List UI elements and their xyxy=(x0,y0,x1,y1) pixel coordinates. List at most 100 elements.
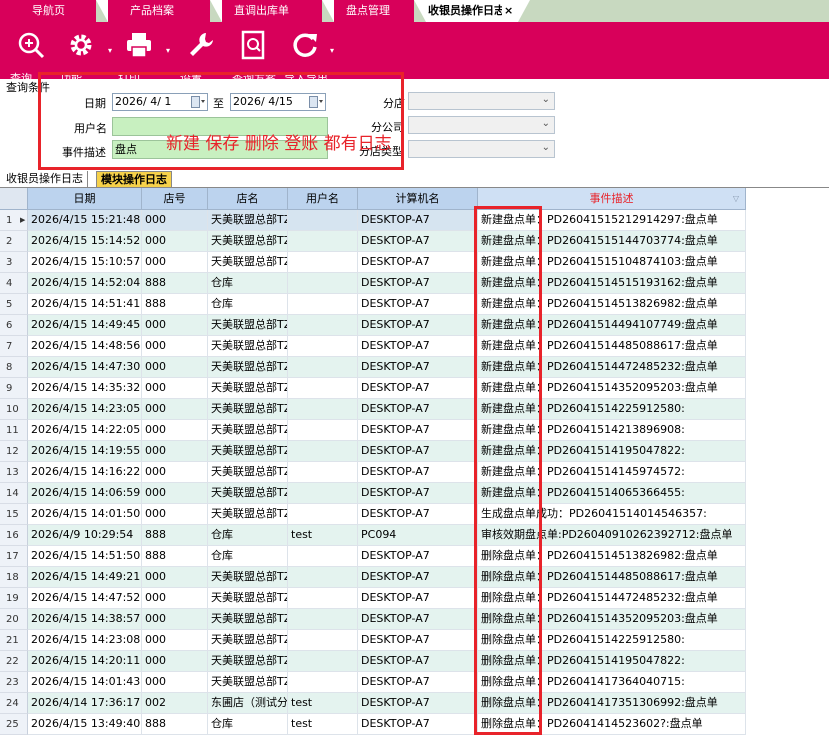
cell-date[interactable]: 2026/4/15 14:06:59 xyxy=(28,483,142,504)
tab-module-operation-log[interactable]: 模块操作日志 xyxy=(96,171,172,187)
cell-store-no[interactable]: 000 xyxy=(142,567,208,588)
cell-date[interactable]: 2026/4/15 13:49:40 xyxy=(28,714,142,735)
cell-username[interactable]: test xyxy=(288,693,358,714)
chevron-down-icon[interactable]: ▾ xyxy=(330,46,334,55)
cell-store-no[interactable]: 888 xyxy=(142,525,208,546)
cell-store-no[interactable]: 000 xyxy=(142,504,208,525)
cell-date[interactable]: 2026/4/15 14:51:50 xyxy=(28,546,142,567)
cell-store-no[interactable]: 000 xyxy=(142,378,208,399)
subsidiary-select[interactable]: ⌄ xyxy=(408,116,555,134)
cell-username[interactable] xyxy=(288,294,358,315)
tab-cashier-log[interactable]: 收银员操作日志× xyxy=(426,0,518,22)
print-button[interactable]: 打印 xyxy=(118,28,158,79)
cell-username[interactable] xyxy=(288,483,358,504)
tab-transfer-out[interactable]: 直调出库单 xyxy=(222,0,322,22)
filter-icon[interactable]: ▽ xyxy=(733,188,739,210)
cell-store-name[interactable]: 仓库 xyxy=(208,273,288,294)
cell-date[interactable]: 2026/4/15 14:47:30 xyxy=(28,357,142,378)
chevron-down-icon[interactable]: ▾ xyxy=(108,46,112,55)
cell-store-no[interactable]: 888 xyxy=(142,273,208,294)
cell-username[interactable] xyxy=(288,672,358,693)
branch-type-select[interactable]: ⌄ xyxy=(408,140,555,158)
cell-date[interactable]: 2026/4/9 10:29:54 xyxy=(28,525,142,546)
cell-store-no[interactable]: 002 xyxy=(142,693,208,714)
cell-store-name[interactable]: 东圃店（测试分 xyxy=(208,693,288,714)
cell-store-no[interactable]: 888 xyxy=(142,546,208,567)
cell-store-no[interactable]: 000 xyxy=(142,441,208,462)
cell-date[interactable]: 2026/4/14 17:36:17 xyxy=(28,693,142,714)
cell-date[interactable]: 2026/4/15 14:48:56 xyxy=(28,336,142,357)
cell-username[interactable]: test xyxy=(288,525,358,546)
query-scheme-button[interactable]: 查询方案 xyxy=(232,28,276,79)
cell-store-name[interactable]: 天美联盟总部TZ xyxy=(208,336,288,357)
cell-computer-name[interactable]: DESKTOP-A7 xyxy=(358,462,478,483)
cell-date[interactable]: 2026/4/15 14:23:08 xyxy=(28,630,142,651)
cell-date[interactable]: 2026/4/15 15:14:52 xyxy=(28,231,142,252)
cell-date[interactable]: 2026/4/15 15:10:57 xyxy=(28,252,142,273)
cell-store-name[interactable]: 天美联盟总部TZ xyxy=(208,483,288,504)
cell-username[interactable] xyxy=(288,567,358,588)
cell-username[interactable] xyxy=(288,315,358,336)
cell-computer-name[interactable]: DESKTOP-A7 xyxy=(358,714,478,735)
cell-store-no[interactable]: 888 xyxy=(142,714,208,735)
cell-username[interactable]: test xyxy=(288,714,358,735)
cell-computer-name[interactable]: DESKTOP-A7 xyxy=(358,378,478,399)
cell-store-name[interactable]: 仓库 xyxy=(208,525,288,546)
cell-store-name[interactable]: 天美联盟总部TZ xyxy=(208,609,288,630)
cell-username[interactable] xyxy=(288,588,358,609)
cell-username[interactable] xyxy=(288,273,358,294)
cell-store-name[interactable]: 天美联盟总部TZ xyxy=(208,672,288,693)
cell-username[interactable] xyxy=(288,231,358,252)
cell-store-no[interactable]: 000 xyxy=(142,210,208,231)
cell-username[interactable] xyxy=(288,546,358,567)
cell-date[interactable]: 2026/4/15 14:23:05 xyxy=(28,399,142,420)
cell-store-name[interactable]: 天美联盟总部TZ xyxy=(208,588,288,609)
cell-computer-name[interactable]: DESKTOP-A7 xyxy=(358,693,478,714)
cell-username[interactable] xyxy=(288,252,358,273)
cell-date[interactable]: 2026/4/15 14:16:22 xyxy=(28,462,142,483)
cell-date[interactable]: 2026/4/15 14:52:04 xyxy=(28,273,142,294)
cell-computer-name[interactable]: DESKTOP-A7 xyxy=(358,420,478,441)
tab-inventory-manage[interactable]: 盘点管理 xyxy=(334,0,414,22)
cell-store-name[interactable]: 天美联盟总部TZ xyxy=(208,504,288,525)
cell-computer-name[interactable]: DESKTOP-A7 xyxy=(358,273,478,294)
cell-computer-name[interactable]: DESKTOP-A7 xyxy=(358,588,478,609)
cell-username[interactable] xyxy=(288,462,358,483)
cell-date[interactable]: 2026/4/15 14:19:55 xyxy=(28,441,142,462)
cell-username[interactable] xyxy=(288,651,358,672)
cell-store-name[interactable]: 天美联盟总部TZ xyxy=(208,630,288,651)
cell-username[interactable] xyxy=(288,504,358,525)
cell-store-no[interactable]: 000 xyxy=(142,336,208,357)
cell-computer-name[interactable]: DESKTOP-A7 xyxy=(358,336,478,357)
cell-store-name[interactable]: 天美联盟总部TZ xyxy=(208,210,288,231)
cell-computer-name[interactable]: DESKTOP-A7 xyxy=(358,399,478,420)
cell-store-no[interactable]: 888 xyxy=(142,294,208,315)
cell-store-name[interactable]: 天美联盟总部TZ xyxy=(208,399,288,420)
cell-computer-name[interactable]: DESKTOP-A7 xyxy=(358,651,478,672)
cell-computer-name[interactable]: DESKTOP-A7 xyxy=(358,357,478,378)
cell-store-no[interactable]: 000 xyxy=(142,231,208,252)
cell-computer-name[interactable]: DESKTOP-A7 xyxy=(358,504,478,525)
cell-computer-name[interactable]: DESKTOP-A7 xyxy=(358,483,478,504)
import-export-button[interactable]: 导入导出 xyxy=(284,28,328,79)
cell-store-name[interactable]: 天美联盟总部TZ xyxy=(208,315,288,336)
cell-store-name[interactable]: 天美联盟总部TZ xyxy=(208,462,288,483)
cell-date[interactable]: 2026/4/15 14:51:41 xyxy=(28,294,142,315)
cell-computer-name[interactable]: DESKTOP-A7 xyxy=(358,231,478,252)
cell-date[interactable]: 2026/4/15 15:21:48 xyxy=(28,210,142,231)
close-icon[interactable]: × xyxy=(504,4,513,17)
branch-select[interactable]: ⌄ xyxy=(408,92,555,110)
cell-store-name[interactable]: 天美联盟总部TZ xyxy=(208,567,288,588)
cell-computer-name[interactable]: DESKTOP-A7 xyxy=(358,441,478,462)
cell-store-name[interactable]: 仓库 xyxy=(208,714,288,735)
cell-username[interactable] xyxy=(288,420,358,441)
cell-store-no[interactable]: 000 xyxy=(142,609,208,630)
cell-username[interactable] xyxy=(288,609,358,630)
cell-date[interactable]: 2026/4/15 14:01:50 xyxy=(28,504,142,525)
cell-date[interactable]: 2026/4/15 14:01:43 xyxy=(28,672,142,693)
cell-store-name[interactable]: 天美联盟总部TZ xyxy=(208,231,288,252)
tab-home[interactable]: 导航页 xyxy=(0,0,96,22)
cell-username[interactable] xyxy=(288,210,358,231)
cell-store-name[interactable]: 天美联盟总部TZ xyxy=(208,420,288,441)
cell-store-name[interactable]: 天美联盟总部TZ xyxy=(208,378,288,399)
